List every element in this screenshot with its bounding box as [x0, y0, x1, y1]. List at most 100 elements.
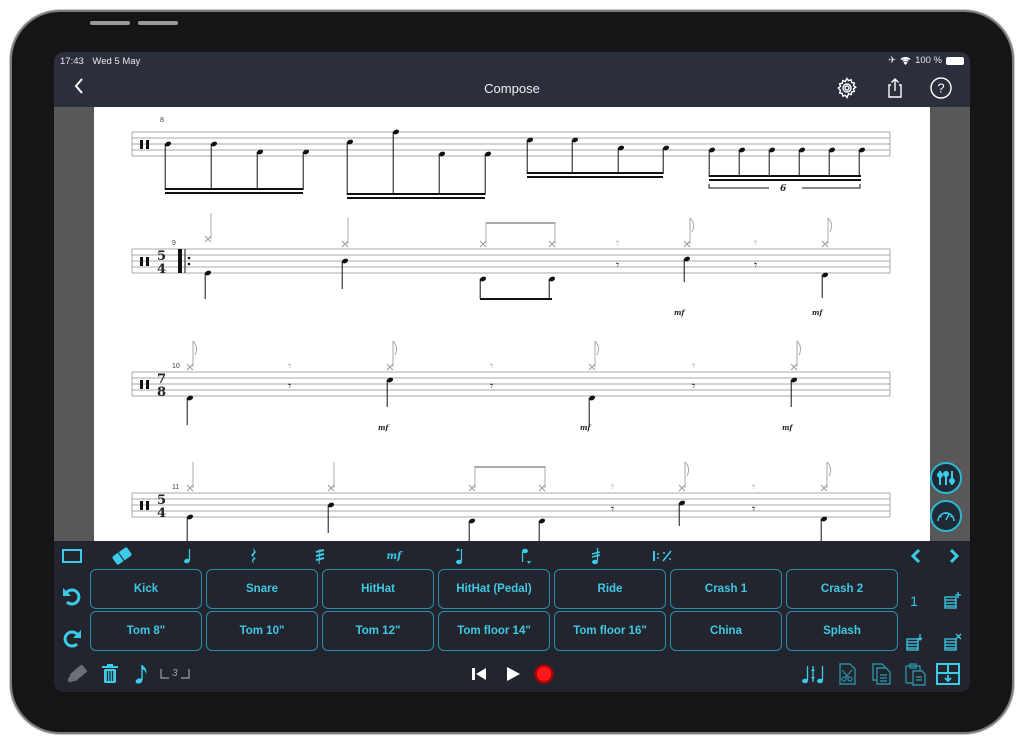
- rest-tool-button[interactable]: [242, 545, 266, 567]
- tuplet-button[interactable]: 3: [158, 661, 192, 687]
- chevron-right-icon: [949, 548, 960, 564]
- beam: [709, 179, 861, 181]
- volume-button: [138, 21, 178, 25]
- flag: [689, 217, 695, 233]
- insert-bar-icon: [936, 663, 960, 685]
- measure-number: 11: [172, 484, 179, 491]
- redo-button[interactable]: [60, 627, 84, 651]
- eraser-tool-button[interactable]: [110, 545, 134, 567]
- drum-pad-ride[interactable]: Ride: [554, 569, 666, 609]
- note-duration-button[interactable]: [132, 661, 152, 687]
- drum-pad-kick[interactable]: Kick: [90, 569, 202, 609]
- drum-pad-splash[interactable]: Splash: [786, 611, 898, 651]
- delete-line-icon: [944, 633, 962, 651]
- mixer-button[interactable]: [930, 462, 962, 494]
- insert-line-button[interactable]: [902, 631, 926, 655]
- drum-pad-snare[interactable]: Snare: [206, 569, 318, 609]
- delete-line-button[interactable]: [940, 631, 964, 655]
- drum-pad-tom-10[interactable]: Tom 10": [206, 611, 318, 651]
- accent-tool-button[interactable]: [584, 545, 608, 567]
- prev-page-button[interactable]: [904, 545, 928, 567]
- redo-icon: [63, 630, 81, 648]
- beam: [165, 192, 303, 194]
- time-signature-bottom: 4: [157, 506, 166, 521]
- select-tool-button[interactable]: [60, 545, 84, 567]
- delete-button[interactable]: [98, 661, 122, 687]
- accent-icon: [591, 548, 601, 565]
- copy-button[interactable]: [868, 661, 894, 687]
- measure-number: 10: [172, 363, 180, 370]
- cut-icon: [839, 663, 856, 685]
- quarter-note-icon: [184, 549, 191, 564]
- paste-button[interactable]: [902, 661, 928, 687]
- tremolo-tool-button[interactable]: [308, 545, 332, 567]
- cymbal-note: [327, 484, 335, 492]
- add-line-icon: [944, 592, 961, 609]
- score-page[interactable]: 8 9 5 4 10 7 8 11 5 4 6 𝄾 𝄾 𝄾 𝄾 mf mf 𝄾 𝄾 mf 𝄾 𝄾 mf 𝄾 𝄾 mf 𝄾 𝄾 𝄾 𝄾: [94, 107, 930, 541]
- eighth-rest: 𝄾: [616, 258, 619, 272]
- cymbal-note: [186, 363, 194, 371]
- add-line-button[interactable]: [940, 589, 964, 613]
- drum-pad-hithat-pedal[interactable]: HitHat (Pedal): [438, 569, 550, 609]
- battery-icon: [946, 56, 964, 65]
- measure-number: 8: [160, 117, 164, 124]
- cut-button[interactable]: [834, 661, 860, 687]
- dynamics-icon: mf: [386, 550, 402, 562]
- time-signature-bottom: 8: [157, 385, 166, 400]
- cymbal-note: [588, 363, 596, 371]
- next-page-button[interactable]: [942, 545, 966, 567]
- copy-icon: [872, 663, 891, 685]
- repeat-tool-button[interactable]: [650, 545, 680, 567]
- chevron-left-icon: [910, 548, 921, 564]
- record-button[interactable]: [532, 661, 556, 687]
- drum-pad-hithat[interactable]: HitHat: [322, 569, 434, 609]
- record-icon: [534, 664, 554, 684]
- settings-button[interactable]: [835, 76, 859, 100]
- stem-down-tool-button[interactable]: [514, 545, 538, 567]
- tempo-gauge-icon: [937, 512, 955, 522]
- score-canvas[interactable]: 8954107811546𝄾 𝄾𝄾 𝄾mf mf𝄾𝄾mf𝄾𝄾mf𝄾𝄾mf𝄾𝄾𝄾𝄾: [94, 107, 930, 541]
- skip-back-button[interactable]: [468, 661, 490, 687]
- dynamic-mf: mf: [782, 423, 794, 432]
- share-button[interactable]: [883, 76, 907, 100]
- page-number: 1: [910, 593, 918, 609]
- note-tool-button[interactable]: [176, 545, 200, 567]
- drum-pad-crash-1[interactable]: Crash 1: [670, 569, 782, 609]
- eighth-rest: 𝄾: [692, 379, 695, 393]
- eighth-rest: 𝄾: [752, 480, 755, 494]
- tempo-button[interactable]: [930, 500, 962, 532]
- percussion-clef: [140, 380, 143, 389]
- beam: [347, 197, 485, 199]
- cymbal-note: [479, 240, 487, 248]
- drum-pad-china[interactable]: China: [670, 611, 782, 651]
- repeat-barline: [178, 249, 182, 273]
- eighth-rest: 𝄾: [611, 502, 614, 516]
- stem-down-icon: [521, 548, 531, 564]
- eighth-rest: 𝄾: [288, 379, 291, 393]
- beam: [486, 222, 555, 224]
- undo-icon: [63, 588, 81, 606]
- paste-icon: [905, 663, 926, 686]
- cymbal-note: [790, 363, 798, 371]
- cymbal-note: [204, 235, 212, 243]
- percussion-clef: [146, 501, 149, 510]
- beam: [527, 172, 663, 174]
- drum-pad-crash-2[interactable]: Crash 2: [786, 569, 898, 609]
- drum-pad-tom-12[interactable]: Tom 12": [322, 611, 434, 651]
- play-icon: [507, 667, 520, 681]
- undo-button[interactable]: [60, 585, 84, 609]
- beam: [165, 188, 303, 190]
- voices-button[interactable]: [800, 661, 826, 687]
- play-button[interactable]: [502, 661, 524, 687]
- marker-button[interactable]: [64, 661, 92, 687]
- insert-bar-button[interactable]: [934, 661, 962, 687]
- drum-pad-tom-floor-14[interactable]: Tom floor 14": [438, 611, 550, 651]
- tool-strip: mf: [54, 541, 970, 571]
- app-screen: 17:43 Wed 5 May ✈ 100 % Compose ? 8 9 5 …: [54, 52, 970, 692]
- percussion-clef: [146, 380, 149, 389]
- drum-pad-tom-floor-16[interactable]: Tom floor 16": [554, 611, 666, 651]
- help-button[interactable]: ?: [929, 76, 953, 100]
- stem-up-tool-button[interactable]: [448, 545, 472, 567]
- drum-pad-tom-8[interactable]: Tom 8": [90, 611, 202, 651]
- dynamics-tool-button[interactable]: mf: [382, 545, 406, 567]
